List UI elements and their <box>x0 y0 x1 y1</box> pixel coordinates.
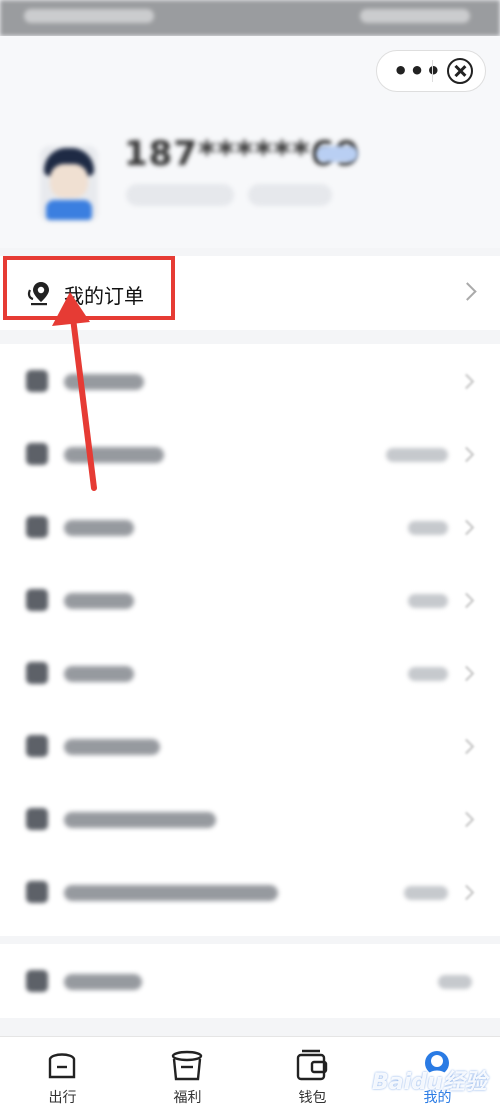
watermark: Baidu经验 <box>372 1070 487 1095</box>
face-box-icon <box>48 1053 76 1079</box>
tab-label: 福利 <box>173 1090 202 1106</box>
tab-label: 钱包 <box>298 1090 327 1106</box>
wallet-icon <box>296 1049 328 1081</box>
annotation-arrow <box>52 292 97 491</box>
tab-benefits[interactable]: 福利 <box>125 1037 250 1112</box>
tab-travel[interactable]: 出行 <box>0 1037 125 1112</box>
tab-wallet[interactable]: 钱包 <box>250 1037 375 1112</box>
tab-label: 出行 <box>48 1090 77 1106</box>
pot-icon <box>171 1050 203 1081</box>
